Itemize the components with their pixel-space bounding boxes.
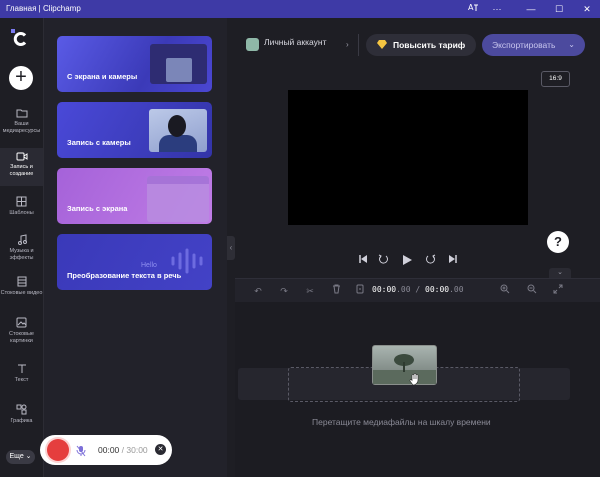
zoom-in-icon[interactable] (498, 284, 512, 298)
window-title: Главная | Clipchamp (6, 4, 81, 13)
forward-5s-icon[interactable] (425, 254, 436, 267)
card-label: С экрана и камеры (67, 72, 138, 81)
camera-icon (16, 152, 27, 161)
card-text-to-speech[interactable]: Hello Преобразование текста в речь (57, 234, 212, 290)
grab-hand-cursor-icon (409, 373, 419, 386)
svg-text:A: A (468, 3, 474, 12)
rail-item-label: Запись и создание (9, 164, 34, 177)
account-label[interactable]: Личный аккаунт (264, 37, 327, 47)
more-options-icon[interactable]: ··· (490, 2, 504, 16)
music-icon (17, 234, 27, 245)
redo-icon[interactable]: ↷ (277, 284, 291, 298)
translate-icon[interactable]: A (466, 2, 480, 16)
collapse-panel-handle[interactable]: ‹ (227, 236, 235, 260)
rail-item-label: Стоковые картинки (9, 331, 34, 344)
diamond-icon (377, 40, 387, 49)
card-label: Запись с экрана (67, 204, 128, 213)
tree-image-icon (373, 354, 436, 384)
rail-item-music[interactable]: Музыка и эффекты (0, 234, 43, 262)
upgrade-label: Повысить тариф (393, 40, 466, 50)
left-nav-rail: + Ваши медиаресурсы Запись и создание Ша… (0, 18, 44, 477)
timeline-timecode: 00:00.00 / 00:00.00 (372, 285, 464, 294)
screen-thumbnail (147, 176, 209, 222)
film-icon (17, 276, 26, 287)
video-preview (288, 90, 528, 225)
total-time-fraction: .00 (449, 285, 464, 294)
recording-timer: 00:00 / 30:00 (98, 445, 148, 455)
create-new-button[interactable]: + (9, 66, 33, 90)
rail-item-text[interactable]: Текст (0, 363, 43, 384)
close-recorder-icon[interactable]: ✕ (155, 444, 166, 455)
rail-item-label: Стоковые видео (0, 290, 43, 296)
fit-to-screen-icon[interactable] (551, 284, 565, 298)
rail-item-label: Шаблоны (9, 210, 34, 216)
rail-item-graphics[interactable]: Графика (0, 404, 43, 425)
aspect-ratio-button[interactable]: 16:9 (541, 71, 570, 87)
dragged-media-thumbnail[interactable] (372, 345, 437, 385)
templates-icon (16, 196, 27, 207)
rail-item-label: Ваши медиаресурсы (2, 121, 41, 134)
rail-item-record[interactable]: Запись и создание (0, 148, 43, 186)
help-button[interactable]: ? (547, 231, 569, 253)
divider (358, 34, 359, 56)
text-icon (17, 364, 26, 373)
folder-icon (16, 109, 27, 118)
mic-off-icon[interactable] (76, 444, 86, 462)
upgrade-button[interactable]: Повысить тариф (366, 34, 476, 56)
rail-item-media[interactable]: Ваши медиаресурсы (0, 108, 43, 135)
rail-item-stock-images[interactable]: Стоковые картинки (0, 317, 43, 345)
recording-elapsed: 00:00 (98, 445, 120, 455)
skip-to-start-icon[interactable] (358, 254, 368, 266)
record-button[interactable] (47, 439, 69, 461)
screen-camera-thumbnail (150, 44, 207, 84)
title-bar: Главная | Clipchamp A ··· — ☐ ✕ (0, 0, 600, 18)
recording-limit: 30:00 (126, 445, 148, 455)
rail-item-label: Графика (10, 418, 33, 424)
image-icon (16, 317, 27, 328)
chevron-right-icon: › (346, 40, 349, 49)
play-icon[interactable] (402, 254, 413, 268)
maximize-icon[interactable]: ☐ (552, 2, 566, 16)
zoom-out-icon[interactable] (525, 284, 539, 298)
account-avatar-icon[interactable] (246, 38, 259, 51)
card-screen-and-camera[interactable]: С экрана и камеры (57, 36, 212, 92)
drop-hint-text: Перетащите медиафайлы на шкалу времени (312, 417, 491, 427)
close-icon[interactable]: ✕ (580, 2, 594, 16)
camera-person-thumbnail (149, 109, 207, 152)
graphics-icon (16, 404, 27, 415)
card-label: Запись с камеры (67, 138, 131, 147)
current-time-fraction: .00 (396, 285, 411, 294)
rail-item-templates[interactable]: Шаблоны (0, 196, 43, 217)
card-screen-recording[interactable]: Запись с экрана (57, 168, 212, 224)
current-time: 00:00 (372, 285, 397, 294)
rail-item-stock-video[interactable]: Стоковые видео (0, 276, 43, 297)
card-camera-recording[interactable]: Запись с камеры (57, 102, 212, 158)
export-button[interactable]: Экспортировать ⌄ (482, 34, 585, 56)
chevron-down-icon: ⌄ (568, 40, 575, 49)
minimize-icon[interactable]: — (524, 2, 538, 16)
card-label: Преобразование текста в речь (67, 271, 182, 280)
time-separator: / (410, 285, 425, 294)
skip-to-end-icon[interactable] (448, 254, 458, 266)
more-button[interactable]: Еще ⌄ (6, 450, 35, 464)
split-scissors-icon[interactable]: ✂ (303, 284, 317, 298)
undo-icon[interactable]: ↶ (251, 284, 265, 298)
clipchamp-logo-icon (11, 29, 31, 49)
record-create-panel: С экрана и камеры Запись с камеры Запись… (44, 18, 227, 477)
rail-item-label: Музыка и эффекты (9, 248, 34, 261)
export-label: Экспортировать (492, 40, 556, 50)
delete-icon[interactable] (329, 284, 343, 298)
duplicate-icon[interactable] (353, 284, 367, 298)
hello-decoration: Hello (141, 262, 157, 269)
total-time: 00:00 (425, 285, 450, 294)
rewind-5s-icon[interactable] (378, 254, 389, 267)
chevron-down-icon[interactable]: ⌄ (549, 268, 571, 278)
rail-item-label: Текст (14, 377, 29, 383)
more-label: Еще (9, 453, 24, 460)
